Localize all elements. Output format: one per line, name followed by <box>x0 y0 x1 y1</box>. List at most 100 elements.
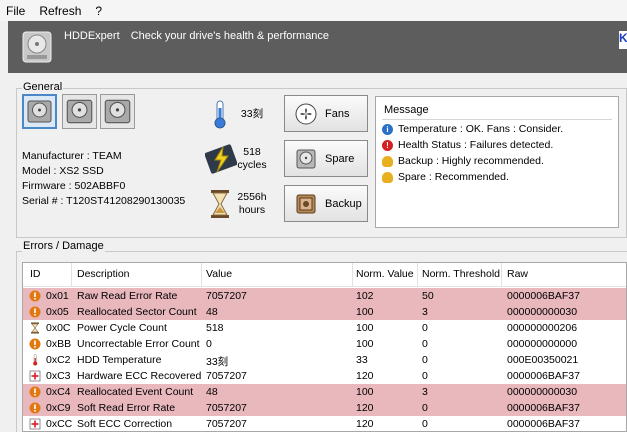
message-text: Health Status : Failures detected. <box>398 139 554 151</box>
backup-label: Backup <box>325 197 362 210</box>
cycles-unit: cycles <box>237 159 267 171</box>
table-row[interactable]: 0xC3 Hardware ECC Recovered 7057207 120 0 000… <box>23 368 626 384</box>
cell-id: 0x0C <box>46 322 71 334</box>
col-value[interactable]: Value <box>206 268 232 280</box>
manufacturer-info: Manufacturer : TEAM <box>22 150 122 162</box>
cell-description: Power Cycle Count <box>77 322 167 334</box>
menu-refresh[interactable]: Refresh <box>39 4 81 18</box>
cell-id: 0xC3 <box>46 370 71 382</box>
cell-description: Raw Read Error Rate <box>77 290 178 302</box>
cell-norm-value: 100 <box>356 386 374 398</box>
cell-raw: 000000000030 <box>507 386 578 398</box>
cell-norm-threshold: 0 <box>422 402 428 414</box>
spare-drive-icon <box>296 149 316 168</box>
thermometer-icon <box>29 354 41 366</box>
cell-value: 0 <box>206 338 212 350</box>
message-text: Spare : Recommended. <box>398 171 509 183</box>
cell-id: 0xCC <box>46 418 73 430</box>
message-box: Message i Temperature : OK. Fans : Consi… <box>375 96 619 228</box>
cycles-number: 518 <box>243 146 261 158</box>
message-item: Spare : Recommended. <box>382 170 509 184</box>
cell-norm-threshold: 0 <box>422 322 428 334</box>
ecc-icon <box>29 418 41 430</box>
thermometer-icon <box>214 100 226 129</box>
bulb-icon <box>382 155 393 167</box>
cell-description: Soft Read Error Rate <box>77 402 176 414</box>
hourglass-icon <box>29 322 41 334</box>
hdd-icon <box>104 99 131 124</box>
general-label: General <box>22 81 64 93</box>
table-row[interactable]: 0x0C Power Cycle Count 518 100 0 000000000206 <box>23 320 626 336</box>
cell-norm-value: 33 <box>356 354 368 366</box>
spare-button[interactable]: Spare <box>284 140 368 177</box>
table-row[interactable]: 0xC4 Reallocated Event Count 48 100 3 0000000… <box>23 384 626 400</box>
message-divider <box>382 119 612 120</box>
cell-raw: 000000000206 <box>507 322 578 334</box>
cell-norm-value: 100 <box>356 306 374 318</box>
drive-select-2[interactable] <box>62 94 97 129</box>
cell-value: 7057207 <box>206 402 247 414</box>
table-row[interactable]: 0x05 Reallocated Sector Count 48 100 3 000000… <box>23 304 626 320</box>
drive-select-1[interactable] <box>22 94 57 129</box>
column-divider[interactable] <box>201 263 202 287</box>
banner-corner-link[interactable]: K <box>619 31 627 49</box>
col-description[interactable]: Description <box>77 268 130 280</box>
hdd-icon <box>66 99 93 124</box>
cell-norm-value: 120 <box>356 418 374 430</box>
table-header: ID Description Value Norm. Value Norm. T… <box>23 263 626 287</box>
backup-button[interactable]: Backup <box>284 185 368 222</box>
table-row[interactable]: 0xC9 Soft Read Error Rate 7057207 120 0 00000… <box>23 400 626 416</box>
cell-description: Soft ECC Correction <box>77 418 173 430</box>
cell-value: 7057207 <box>206 370 247 382</box>
ecc-icon <box>29 370 41 382</box>
column-divider[interactable] <box>417 263 418 287</box>
cell-description: Hardware ECC Recovered <box>77 370 202 382</box>
hours-value: 2556h hours <box>234 191 270 217</box>
spare-label: Spare <box>325 152 355 165</box>
warning-icon <box>29 386 41 398</box>
table-row[interactable]: 0xCC Soft ECC Correction 7057207 120 0 000000… <box>23 416 626 431</box>
cell-value: 48 <box>206 306 218 318</box>
col-norm-value[interactable]: Norm. Value <box>356 268 414 280</box>
cell-raw: 0000006BAF37 <box>507 370 580 382</box>
cycles-value: 518 cycles <box>237 146 267 172</box>
safe-icon <box>296 194 316 213</box>
hours-unit: hours <box>238 204 266 216</box>
message-text: Temperature : OK. Fans : Consider. <box>398 123 564 135</box>
cell-value: 7057207 <box>206 418 247 430</box>
error-icon: ! <box>382 139 393 151</box>
warning-icon <box>29 306 41 318</box>
cell-id: 0xC4 <box>46 386 71 398</box>
table-row[interactable]: 0xBB Uncorrectable Error Count 0 100 0 000000… <box>23 336 626 352</box>
cell-norm-threshold: 0 <box>422 370 428 382</box>
cell-value: 48 <box>206 386 218 398</box>
model-info: Model : XS2 SSD <box>22 165 104 177</box>
column-divider[interactable] <box>501 263 502 287</box>
cell-norm-threshold: 0 <box>422 354 428 366</box>
cell-id: 0xC9 <box>46 402 71 414</box>
menu-help[interactable]: ? <box>95 4 102 18</box>
table-row[interactable]: 0x01 Raw Read Error Rate 7057207 102 50 00000… <box>23 288 626 304</box>
fans-button[interactable]: Fans <box>284 95 368 132</box>
cell-raw: 000000000030 <box>507 306 578 318</box>
message-text: Backup : Highly recommended. <box>398 155 544 167</box>
cell-norm-value: 100 <box>356 322 374 334</box>
column-divider[interactable] <box>71 263 72 287</box>
cell-description: Uncorrectable Error Count <box>77 338 200 350</box>
errors-table[interactable]: ID Description Value Norm. Value Norm. T… <box>22 262 627 432</box>
drive-select-3[interactable] <box>100 94 135 129</box>
col-norm-threshold[interactable]: Norm. Threshold <box>422 268 500 280</box>
cell-value: 518 <box>206 322 224 334</box>
app-name: HDDExpert <box>64 30 120 42</box>
col-id[interactable]: ID <box>30 268 41 280</box>
col-raw[interactable]: Raw <box>507 268 528 280</box>
message-item: Backup : Highly recommended. <box>382 154 544 168</box>
column-divider[interactable] <box>352 263 353 287</box>
app-tagline: Check your drive's health & performance <box>130 30 330 42</box>
fans-label: Fans <box>325 107 350 120</box>
table-row[interactable]: 0xC2 HDD Temperature 33刻 33 0 000E00350021 <box>23 352 626 368</box>
menu-file[interactable]: File <box>6 4 25 18</box>
cell-norm-threshold: 0 <box>422 418 428 430</box>
cell-raw: 000E00350021 <box>507 354 579 366</box>
cell-description: HDD Temperature <box>77 354 162 366</box>
